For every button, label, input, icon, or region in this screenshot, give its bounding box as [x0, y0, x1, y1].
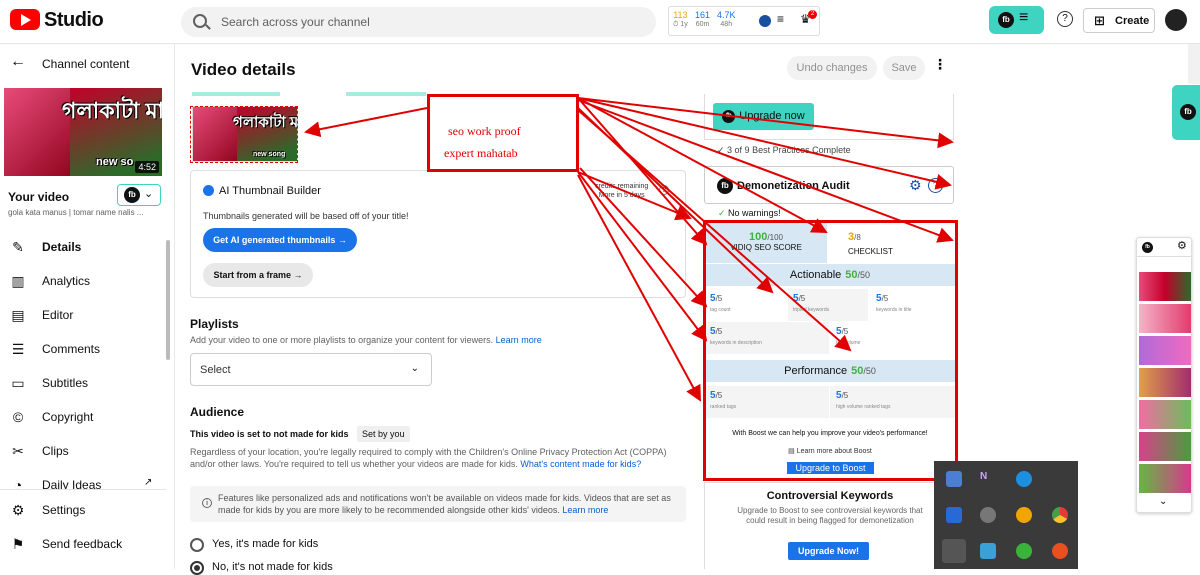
arrow-to-checklist	[577, 97, 828, 233]
vidiq-floating-panel: fb ⚙ ⌄	[1136, 237, 1192, 513]
mini-thumbnail[interactable]	[1139, 400, 1191, 429]
skype-icon[interactable]	[980, 507, 996, 523]
app-icon[interactable]: N	[980, 471, 996, 487]
chrome-icon[interactable]	[1052, 507, 1068, 523]
system-tray-popup: N	[934, 461, 1078, 569]
mini-thumbnail[interactable]	[1139, 272, 1191, 301]
chevron-down-icon[interactable]: ⌄	[1159, 496, 1167, 507]
arrow-to-tag-volume	[577, 109, 852, 352]
arrow-to-tag-count	[579, 167, 708, 308]
arrow-to-thumbnail	[304, 107, 428, 138]
mini-thumbnail[interactable]	[1139, 368, 1191, 397]
app-icon[interactable]	[1052, 543, 1068, 559]
mini-thumbnail[interactable]	[1139, 304, 1191, 333]
app-icon[interactable]	[1016, 507, 1032, 523]
gear-icon[interactable]: ⚙	[1177, 239, 1187, 252]
arrow-to-seo-tab	[577, 97, 708, 246]
vidiq-logo-icon: fb	[1180, 104, 1196, 120]
app-icon[interactable]	[1016, 543, 1032, 559]
mini-thumbnail[interactable]	[1139, 432, 1191, 461]
app-icon[interactable]	[1016, 471, 1032, 487]
mini-thumbnail[interactable]	[1139, 464, 1191, 493]
app-icon[interactable]	[946, 471, 962, 487]
app-icon[interactable]	[942, 539, 966, 563]
mini-thumbnail[interactable]	[1139, 336, 1191, 365]
vidiq-logo-icon: fb	[1142, 242, 1153, 253]
info-app-icon[interactable]	[946, 507, 962, 523]
divider	[1137, 256, 1191, 257]
arrow-to-ranked-tags	[577, 174, 701, 402]
app-icon[interactable]	[980, 543, 996, 559]
arrow-to-description	[577, 171, 708, 342]
vidiq-side-tab[interactable]: fb	[1172, 85, 1200, 140]
arrow-to-audit	[577, 97, 952, 190]
page-scrollbar[interactable]	[1188, 44, 1200, 84]
